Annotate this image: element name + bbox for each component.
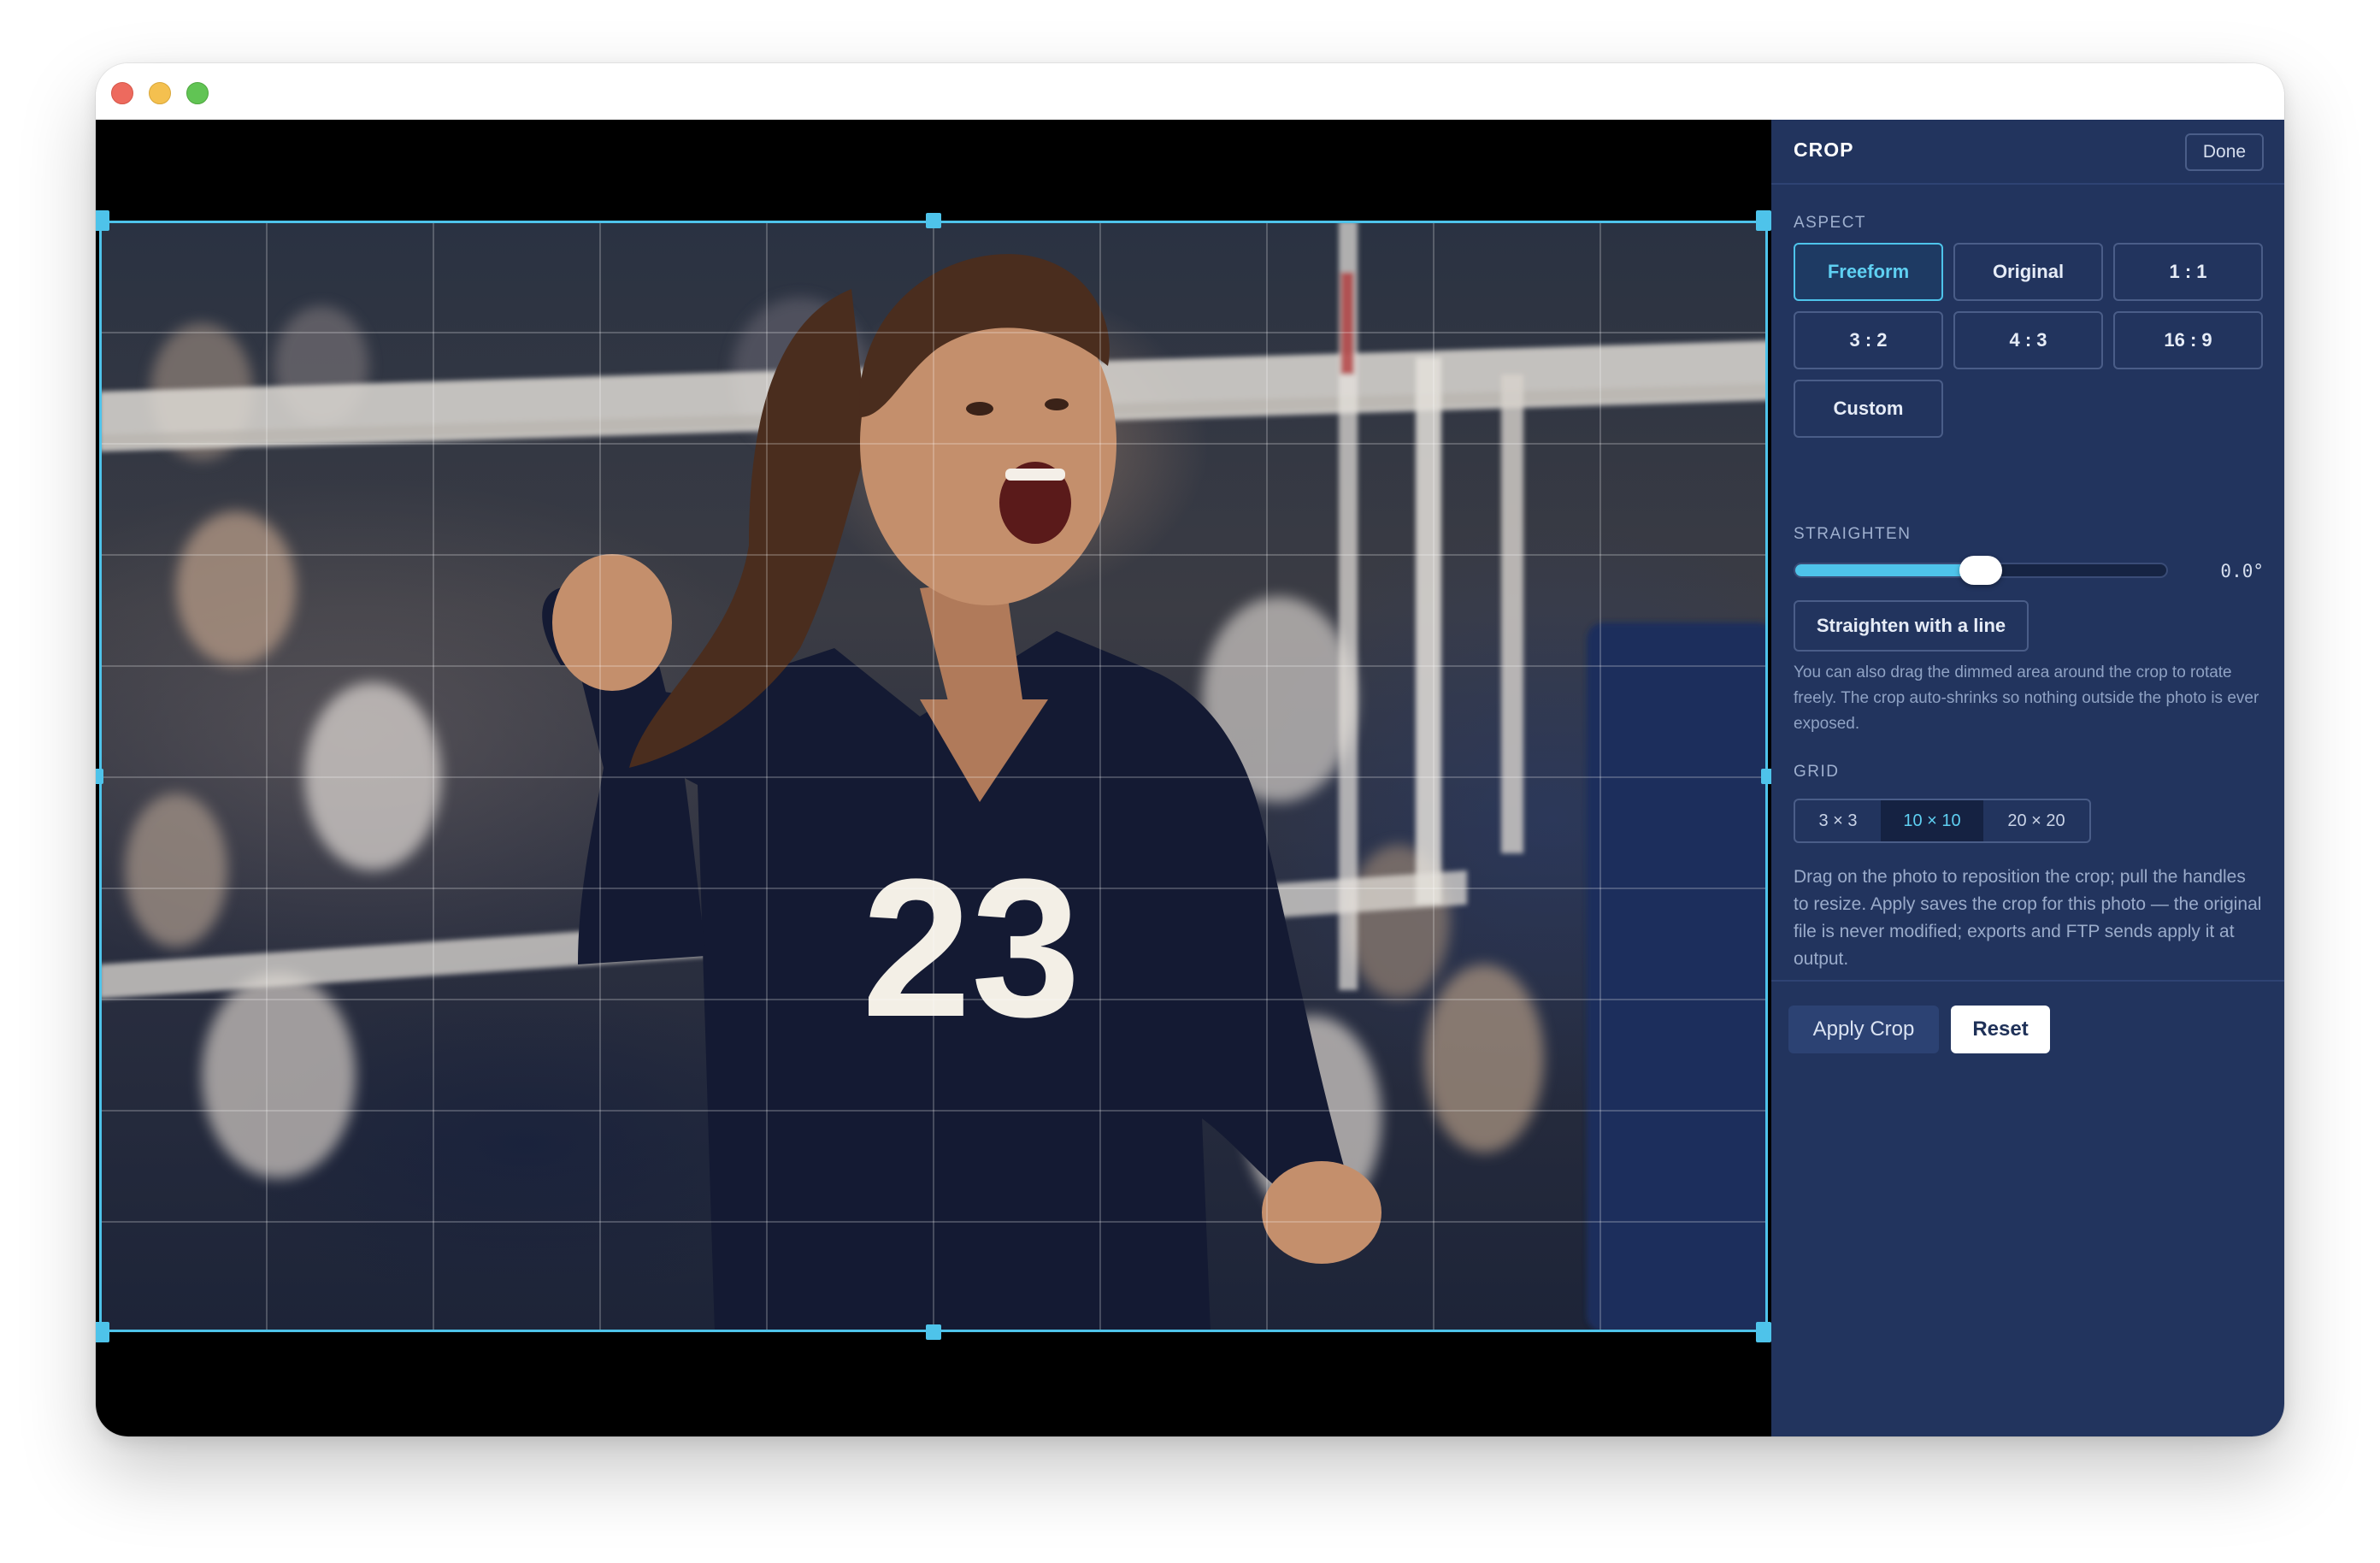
aspect-label: ASPECT — [1794, 214, 1867, 232]
panel-title: CROP — [1794, 139, 1854, 161]
straighten-slider-fill — [1795, 564, 1981, 576]
grid-label: GRID — [1794, 763, 1840, 781]
grid-3x3-option[interactable]: 3 × 3 — [1795, 800, 1881, 841]
straighten-with-line-button[interactable]: Straighten with a line — [1794, 600, 2029, 652]
aspect-1-1-button[interactable]: 1 : 1 — [2113, 243, 2263, 301]
grid-10x10-option[interactable]: 10 × 10 — [1881, 800, 1983, 841]
crop-instructions: Drag on the photo to reposition the crop… — [1794, 867, 2262, 969]
close-window-button[interactable] — [111, 82, 133, 104]
title-bar — [96, 63, 2284, 120]
aspect-original-button[interactable]: Original — [1953, 243, 2103, 301]
aspect-custom-button[interactable]: Custom — [1794, 380, 1943, 438]
crop-canvas[interactable]: 23 — [96, 120, 1771, 1436]
straighten-help-text: You can also drag the dimmed area around… — [1794, 664, 2259, 733]
straighten-slider-thumb[interactable] — [1959, 556, 2002, 585]
aspect-4-3-button[interactable]: 4 : 3 — [1953, 311, 2103, 369]
straighten-slider[interactable] — [1794, 556, 2168, 585]
crop-handle-right[interactable] — [1761, 769, 1771, 784]
crop-handle-top-left[interactable] — [96, 210, 109, 231]
reset-button[interactable]: Reset — [1951, 1006, 2050, 1053]
crop-handle-top[interactable] — [926, 213, 941, 228]
apply-crop-button[interactable]: Apply Crop — [1788, 1006, 1939, 1053]
straighten-value: 0.0° — [2220, 561, 2264, 581]
crop-frame[interactable] — [99, 221, 1768, 1332]
crop-handle-bottom[interactable] — [926, 1324, 941, 1340]
crop-handle-bottom-right[interactable] — [1756, 1322, 1771, 1342]
panel-header: CROP Done — [1771, 120, 2284, 185]
grid-segmented-control: 3 × 3 10 × 10 20 × 20 — [1794, 799, 2091, 843]
grid-20x20-option[interactable]: 20 × 20 — [1983, 800, 2089, 841]
aspect-16-9-button[interactable]: 16 : 9 — [2113, 311, 2263, 369]
crop-handle-left[interactable] — [96, 769, 103, 784]
minimize-window-button[interactable] — [149, 82, 171, 104]
zoom-window-button[interactable] — [186, 82, 209, 104]
crop-panel: CROP Done ASPECT Freeform Original 1 : 1… — [1771, 120, 2284, 1436]
straighten-label: STRAIGHTEN — [1794, 525, 1912, 543]
crop-handle-top-right[interactable] — [1756, 210, 1771, 231]
app-window: 23 CROP Done ASPECT Freeform Original 1 … — [96, 63, 2284, 1436]
aspect-3-2-button[interactable]: 3 : 2 — [1794, 311, 1943, 369]
aspect-freeform-button[interactable]: Freeform — [1794, 243, 1943, 301]
done-button[interactable]: Done — [2185, 133, 2264, 171]
panel-divider — [1771, 980, 2284, 982]
crop-handle-bottom-left[interactable] — [96, 1322, 109, 1342]
